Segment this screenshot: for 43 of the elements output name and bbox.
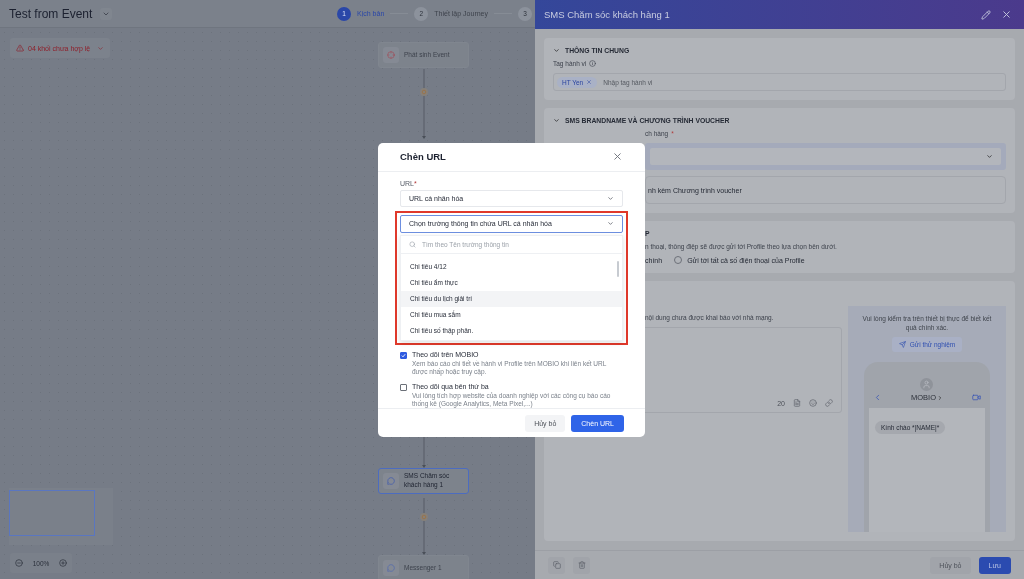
chevron-icon[interactable] [553,117,560,124]
messenger-node-icon [383,560,399,576]
chevron-icon [937,394,943,401]
emoji-icon[interactable] [809,399,817,407]
caret-icon [986,153,993,160]
warning-icon [16,44,24,52]
zoom-in-icon[interactable] [59,559,68,567]
document-icon[interactable] [793,399,801,407]
caret-icon [607,194,614,202]
scrollbar[interactable] [617,260,619,277]
checkbox[interactable] [400,351,407,359]
remove-icon[interactable] [586,79,593,85]
video-icon[interactable] [972,393,981,403]
copy-icon [552,561,561,569]
caret-icon [97,44,104,52]
caret-icon [607,220,614,228]
minimap-viewport[interactable] [9,490,95,536]
close-icon[interactable] [612,151,623,163]
send-icon [898,341,906,349]
dialog-title: Chèn URL [400,151,446,163]
avatar-icon [920,378,934,392]
connector-line [420,437,428,468]
sms-node-icon [383,473,399,489]
zoom-out-icon[interactable] [14,559,23,567]
checkbox[interactable] [400,383,407,391]
chevron-icon[interactable] [553,47,560,54]
title-dropdown-button[interactable] [100,7,113,20]
journey-title: Test from Event [9,6,93,21]
minimap[interactable] [9,488,113,545]
connector-line [420,498,428,555]
event-node-icon [383,47,399,63]
search-icon [409,240,416,248]
connector-line [420,69,428,139]
info-icon [589,60,597,67]
copy-button[interactable] [548,556,565,574]
back-icon[interactable] [873,393,882,403]
edit-icon[interactable] [981,9,991,20]
link-icon[interactable] [825,399,833,407]
panel-title: SMS Chăm sóc khách hàng 1 [544,9,671,20]
delete-button[interactable] [573,556,590,574]
select-field[interactable] [650,148,1001,165]
close-icon[interactable] [1001,9,1012,20]
trash-icon [577,561,586,569]
